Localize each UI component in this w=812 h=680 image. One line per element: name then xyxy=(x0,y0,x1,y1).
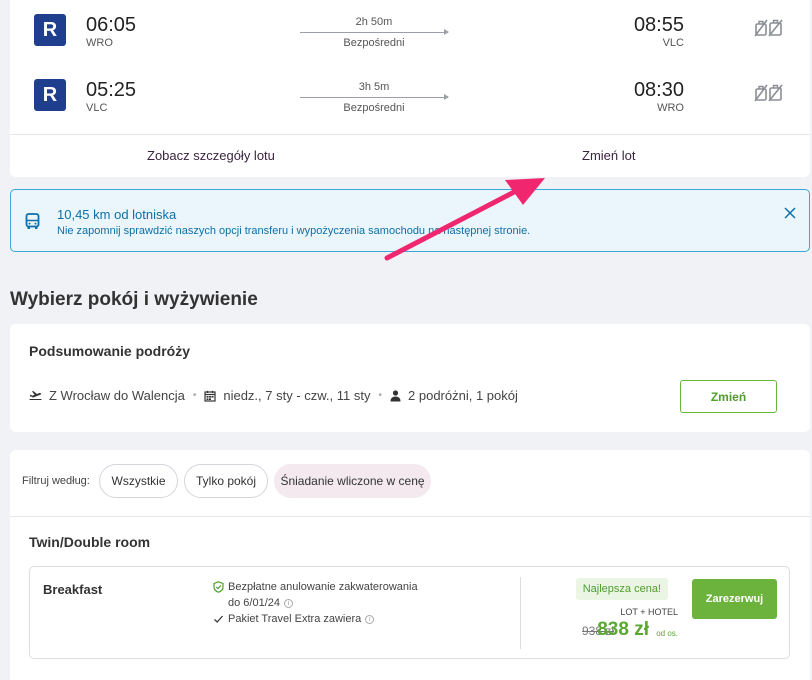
arrival-time: 08:30 xyxy=(633,79,684,101)
arrival-time: 08:55 xyxy=(633,14,684,36)
departure-airport: VLC xyxy=(86,102,108,114)
room-title: Twin/Double room xyxy=(29,534,151,550)
offer-name: Breakfast xyxy=(43,582,103,597)
flight-row-return: R 05:25 VLC 3h 5m Bezpośredni 08:30 WRO xyxy=(10,79,810,129)
transfer-message: Nie zapomnij sprawdzić naszych opcji tra… xyxy=(57,225,531,237)
card-divider xyxy=(10,134,810,135)
filter-chip-all[interactable]: Wszystkie xyxy=(99,464,178,498)
departure-time: 06:05 xyxy=(86,14,137,36)
cancellation-text: Bezpłatne anulowanie zakwaterowania xyxy=(228,581,418,593)
change-flight-link[interactable]: Zmień lot xyxy=(582,148,635,163)
filter-chip-room-only[interactable]: Tylko pokój xyxy=(184,464,268,498)
route-arrow xyxy=(300,29,449,35)
trip-summary-title: Podsumowanie podróży xyxy=(29,343,191,359)
trip-summary-card: Podsumowanie podróży Z Wrocław do Walenc… xyxy=(10,324,810,432)
flight-type: Bezpośredni xyxy=(343,37,405,49)
departure-airport: WRO xyxy=(86,37,113,49)
flight-row-outbound: R 06:05 WRO 2h 50m Bezpośredni 08:55 VLC xyxy=(10,14,810,64)
transfer-banner: 10,45 km od lotniska Nie zapomnij sprawd… xyxy=(10,189,810,252)
travel-extra-text: Pakiet Travel Extra zawiera xyxy=(228,613,362,625)
section-title: Wybierz pokój i wyżywienie xyxy=(10,289,258,310)
change-trip-button[interactable]: Zmień xyxy=(680,380,777,413)
best-price-badge: Najlepsza cena! xyxy=(575,578,668,600)
no-baggage-icon xyxy=(754,84,783,102)
flight-type: Bezpośredni xyxy=(343,102,405,114)
check-icon xyxy=(214,615,223,623)
bus-icon xyxy=(25,213,40,229)
arrival-airport: WRO xyxy=(657,102,684,114)
plane-icon xyxy=(29,391,42,400)
travel-extra-benefit: Pakiet Travel Extra zawiera i xyxy=(214,611,375,627)
room-divider xyxy=(10,516,810,517)
info-icon[interactable]: i xyxy=(284,599,293,608)
person-icon xyxy=(390,389,401,401)
airline-logo: R xyxy=(34,14,66,46)
separator-dot: • xyxy=(192,390,197,401)
free-cancellation-benefit: Bezpłatne anulowanie zakwaterowania do 6… xyxy=(213,579,418,611)
flight-card: R 06:05 WRO 2h 50m Bezpośredni 08:55 VLC… xyxy=(10,0,810,177)
room-card: Filtruj według: Wszystkie Tylko pokój Śn… xyxy=(10,450,810,680)
room-offer: Breakfast Bezpłatne anulowanie zakwatero… xyxy=(29,566,790,659)
calendar-icon xyxy=(204,390,216,402)
book-button[interactable]: Zarezerwuj xyxy=(692,579,777,619)
package-label: LOT + HOTEL xyxy=(620,607,678,617)
cancellation-deadline: do 6/01/24 xyxy=(228,597,280,609)
shield-check-icon xyxy=(213,581,224,593)
close-icon[interactable] xyxy=(783,206,797,220)
transfer-distance: 10,45 km od lotniska xyxy=(57,207,177,222)
flight-duration: 3h 5m xyxy=(358,81,390,93)
airline-logo: R xyxy=(34,79,66,111)
separator-dot: • xyxy=(378,390,383,401)
offer-divider xyxy=(520,577,521,649)
per-person-label: od os. xyxy=(656,629,678,638)
info-icon[interactable]: i xyxy=(365,615,375,624)
departure-time: 05:25 xyxy=(86,79,137,101)
trip-summary-details: Z Wrocław do Walencja • niedz., 7 sty - … xyxy=(29,388,518,403)
trip-travelers: 2 podróżni, 1 pokój xyxy=(408,388,518,403)
route-arrow xyxy=(300,94,449,100)
no-baggage-icon xyxy=(754,19,783,37)
flight-details-link[interactable]: Zobacz szczegóły lotu xyxy=(147,148,275,163)
trip-dates: niedz., 7 sty - czw., 11 sty xyxy=(223,388,371,403)
cancellation-date: do 6/01/24 i xyxy=(228,595,418,611)
trip-route: Z Wrocław do Walencja xyxy=(49,388,185,403)
filter-label: Filtruj według: xyxy=(22,475,90,487)
flight-duration: 2h 50m xyxy=(355,16,393,28)
arrival-airport: VLC xyxy=(662,37,684,49)
filter-chip-breakfast[interactable]: Śniadanie wliczone w cenę xyxy=(274,464,431,498)
current-price: 838 zł xyxy=(597,619,649,640)
